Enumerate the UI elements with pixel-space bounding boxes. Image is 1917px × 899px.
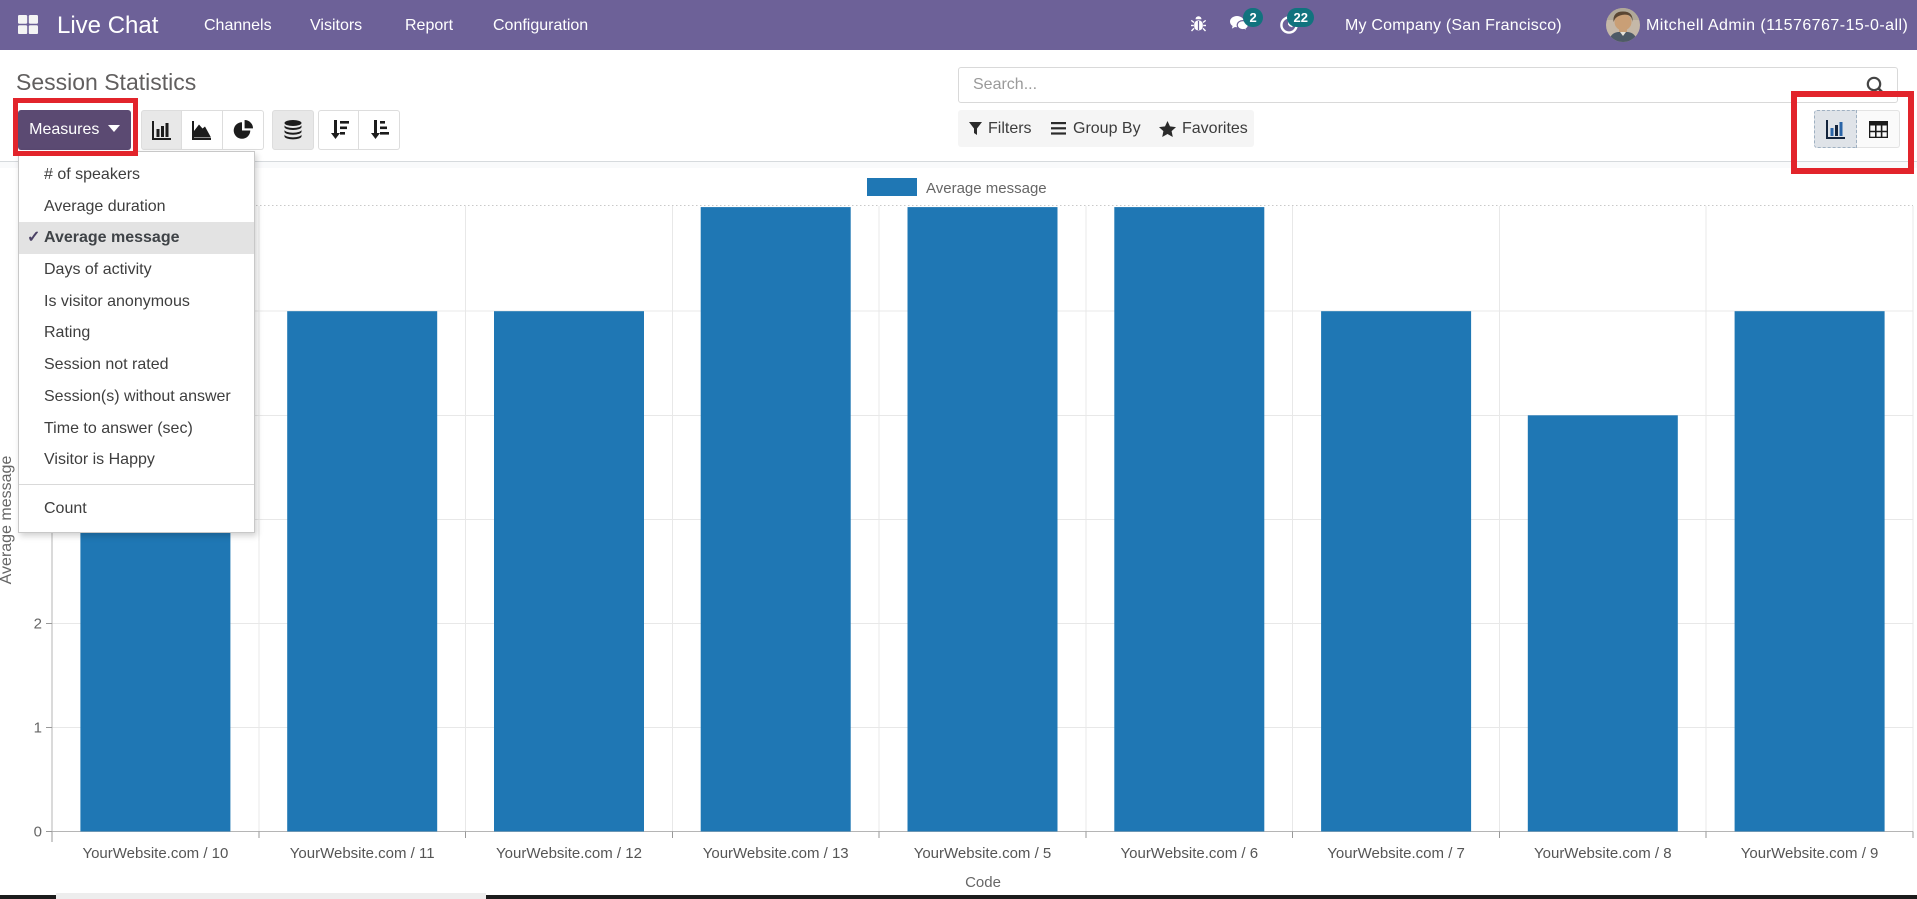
svg-text:0: 0: [34, 824, 42, 841]
svg-text:YourWebsite.com / 10: YourWebsite.com / 10: [82, 845, 228, 862]
svg-text:YourWebsite.com / 6: YourWebsite.com / 6: [1121, 845, 1259, 862]
svg-text:Code: Code: [965, 874, 1001, 891]
svg-text:1: 1: [34, 720, 42, 737]
svg-text:YourWebsite.com / 7: YourWebsite.com / 7: [1327, 845, 1465, 862]
svg-text:YourWebsite.com / 9: YourWebsite.com / 9: [1741, 845, 1879, 862]
svg-text:YourWebsite.com / 12: YourWebsite.com / 12: [496, 845, 642, 862]
svg-text:YourWebsite.com / 8: YourWebsite.com / 8: [1534, 845, 1672, 862]
svg-text:YourWebsite.com / 13: YourWebsite.com / 13: [703, 845, 849, 862]
svg-text:Average message: Average message: [0, 456, 15, 585]
svg-text:YourWebsite.com / 5: YourWebsite.com / 5: [914, 845, 1052, 862]
svg-text:YourWebsite.com / 11: YourWebsite.com / 11: [290, 845, 435, 862]
svg-text:Average message: Average message: [926, 180, 1047, 197]
svg-text:2: 2: [34, 616, 42, 633]
